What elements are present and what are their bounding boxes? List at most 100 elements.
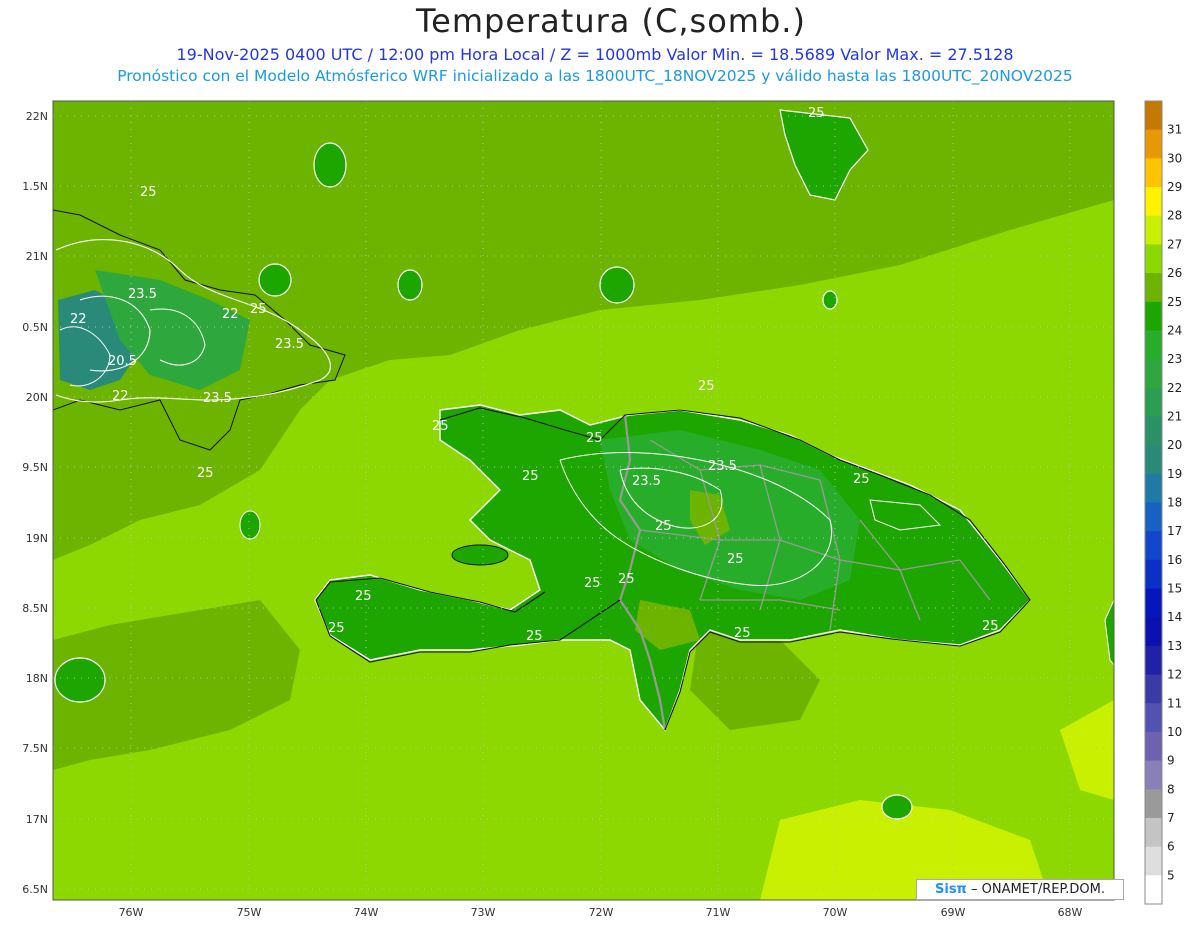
colorbar-swatch bbox=[1145, 273, 1162, 303]
colorbar-label: 22 bbox=[1167, 381, 1182, 395]
colorbar-label: 27 bbox=[1167, 237, 1182, 251]
contour-label: 25 bbox=[586, 431, 603, 446]
lat-tick-label: 8.5N bbox=[22, 602, 48, 615]
contour-label: 23.5 bbox=[708, 459, 737, 474]
lat-tick-label: 1.5N bbox=[22, 180, 48, 193]
island bbox=[599, 266, 635, 304]
colorbar-label: 28 bbox=[1167, 209, 1182, 223]
contour-label: 25 bbox=[734, 626, 751, 641]
colorbar-label: 14 bbox=[1167, 610, 1182, 624]
colorbar: 31 30 29 28 27 26 25 24 23 22 21 20 19 18 17 16 15 14 13 12… bbox=[1144, 100, 1182, 905]
lat-tick-label: 17N bbox=[26, 813, 48, 826]
lat-tick-label: 22N bbox=[26, 110, 48, 123]
colorbar-swatch bbox=[1145, 101, 1162, 131]
colorbar-label: 13 bbox=[1167, 639, 1182, 653]
colorbar-swatch bbox=[1145, 502, 1162, 532]
island bbox=[54, 657, 106, 703]
colorbar-swatch bbox=[1145, 588, 1162, 618]
colorbar-swatch bbox=[1145, 703, 1162, 733]
colorbar-swatch bbox=[1145, 875, 1162, 905]
contour-label: 25 bbox=[698, 379, 715, 394]
lon-tick-label: 74W bbox=[354, 906, 379, 919]
contour-label: 23.5 bbox=[203, 391, 232, 406]
colorbar-label: 24 bbox=[1167, 323, 1182, 337]
colorbar-label: 11 bbox=[1167, 696, 1182, 710]
colorbar-swatch bbox=[1145, 416, 1162, 446]
colorbar-swatch bbox=[1145, 617, 1162, 647]
island bbox=[881, 794, 913, 820]
colorbar-label: 26 bbox=[1167, 266, 1182, 280]
lat-tick-label: 18N bbox=[26, 672, 48, 685]
colorbar-label: 6 bbox=[1167, 840, 1175, 854]
colorbar-swatch bbox=[1145, 817, 1162, 848]
colorbar-swatch bbox=[1145, 846, 1162, 876]
lat-tick-label: 6.5N bbox=[22, 883, 48, 896]
contour-label: 25 bbox=[355, 589, 372, 604]
contour-label: 25 bbox=[328, 621, 345, 636]
colorbar-swatch bbox=[1145, 645, 1162, 676]
colorbar-label: 31 bbox=[1167, 123, 1182, 137]
colorbar-label: 16 bbox=[1167, 553, 1182, 567]
island bbox=[822, 290, 838, 310]
contour-label: 25 bbox=[432, 419, 449, 434]
colorbar-label: 30 bbox=[1167, 151, 1182, 165]
colorbar-label: 20 bbox=[1167, 438, 1182, 452]
brand-logo-text: Sisπ bbox=[935, 882, 967, 897]
lon-axis: 76W 75W 74W 73W 72W 71W 70W 69W 68W bbox=[119, 906, 1083, 919]
island bbox=[397, 269, 423, 301]
colorbar-label: 19 bbox=[1167, 467, 1182, 481]
contour-label: 22 bbox=[70, 312, 87, 327]
contour-label: 25 bbox=[982, 619, 999, 634]
contour-label: 22 bbox=[112, 389, 129, 404]
colorbar-swatch bbox=[1145, 760, 1162, 790]
contour-label: 25 bbox=[808, 106, 825, 121]
colorbar-swatch bbox=[1145, 559, 1162, 590]
lon-tick-label: 69W bbox=[941, 906, 966, 919]
colorbar-swatch bbox=[1145, 359, 1162, 389]
lat-axis: 22N 1.5N 21N 0.5N 20N 9.5N 19N 8.5N 18N … bbox=[22, 110, 48, 896]
colorbar-label: 10 bbox=[1167, 725, 1182, 739]
contour-label: 25 bbox=[618, 572, 635, 587]
colorbar-swatch bbox=[1145, 387, 1162, 417]
contour-label: 25 bbox=[584, 576, 601, 591]
lon-tick-label: 71W bbox=[706, 906, 731, 919]
credit-box: Sisπ – ONAMET/REP.DOM. bbox=[916, 879, 1124, 900]
contour-label: 25 bbox=[655, 519, 672, 534]
colorbar-label: 15 bbox=[1167, 582, 1182, 596]
lon-tick-label: 70W bbox=[823, 906, 848, 919]
colorbar-swatch bbox=[1145, 473, 1162, 503]
colorbar-label: 9 bbox=[1167, 754, 1175, 768]
colorbar-swatch bbox=[1145, 330, 1162, 360]
island bbox=[239, 510, 261, 540]
colorbar-label: 12 bbox=[1167, 668, 1182, 682]
colorbar-label: 29 bbox=[1167, 180, 1182, 194]
temperature-map: 22N 1.5N 21N 0.5N 20N 9.5N 19N 8.5N 18N … bbox=[22, 100, 1182, 919]
colorbar-swatch bbox=[1145, 244, 1162, 274]
lat-tick-label: 0.5N bbox=[22, 321, 48, 334]
colorbar-label: 5 bbox=[1167, 868, 1175, 882]
contour-label: 23.5 bbox=[632, 474, 661, 489]
colorbar-swatch bbox=[1145, 445, 1162, 475]
colorbar-label: 25 bbox=[1167, 295, 1182, 309]
colorbar-swatch bbox=[1145, 531, 1162, 561]
lat-tick-label: 19N bbox=[26, 532, 48, 545]
colorbar-swatch bbox=[1145, 731, 1162, 762]
colorbar-swatch bbox=[1145, 301, 1162, 331]
lon-tick-label: 73W bbox=[471, 906, 496, 919]
lat-tick-label: 21N bbox=[26, 250, 48, 263]
island bbox=[313, 142, 347, 188]
colorbar-swatch bbox=[1145, 674, 1162, 704]
lon-tick-label: 68W bbox=[1058, 906, 1083, 919]
colorbar-label: 17 bbox=[1167, 524, 1182, 538]
lat-tick-label: 20N bbox=[26, 391, 48, 404]
lat-tick-label: 9.5N bbox=[22, 461, 48, 474]
colorbar-swatch bbox=[1145, 158, 1162, 188]
credit-text: – ONAMET/REP.DOM. bbox=[966, 882, 1105, 897]
colorbar-swatch bbox=[1145, 215, 1162, 245]
gonave-island bbox=[451, 544, 509, 566]
contour-label: 20.5 bbox=[108, 354, 137, 369]
island bbox=[258, 263, 292, 297]
colorbar-swatch bbox=[1145, 789, 1162, 819]
contour-label: 25 bbox=[250, 302, 267, 317]
contour-label: 25 bbox=[522, 469, 539, 484]
